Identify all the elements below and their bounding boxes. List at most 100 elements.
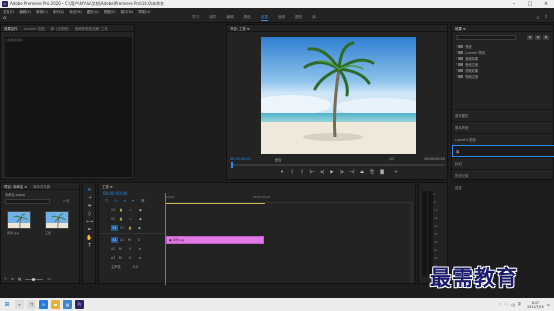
program-scrub-bar[interactable] (231, 162, 445, 168)
menu-window[interactable]: 窗口(W) (121, 9, 134, 14)
export-frame-icon[interactable]: ◙ (377, 170, 387, 175)
workspace-tab-learn[interactable]: 学习 (192, 15, 199, 21)
snap-icon[interactable]: ∩ (114, 198, 123, 203)
track-select-tool-icon[interactable]: ⇢ (86, 195, 93, 203)
nest-sequence-icon[interactable]: ⊓ (105, 198, 114, 203)
slip-tool-icon[interactable]: ⟷ (86, 219, 93, 227)
mic-icon[interactable]: ⏺ (139, 256, 149, 260)
play-icon[interactable]: ▶ (327, 170, 337, 175)
timeline-timecode[interactable]: 00:00:00:00 (103, 191, 127, 196)
icon-view-icon[interactable]: ▦ (18, 277, 21, 281)
menu-marker[interactable]: 标记(M) (69, 9, 81, 14)
lock-icon[interactable]: 🔒 (119, 217, 129, 221)
tab-source[interactable]: 源: (无剪辑) (50, 26, 68, 31)
program-playhead[interactable] (231, 162, 233, 168)
project-search-input[interactable] (5, 199, 50, 204)
mark-in-icon[interactable]: { (287, 170, 297, 175)
menu-graphics[interactable]: 图形(G) (87, 9, 99, 14)
program-current-timecode[interactable]: 00:00:00:00 (230, 157, 251, 161)
store-icon[interactable]: ▤ (63, 300, 72, 309)
section-info[interactable]: 信息 (452, 181, 554, 193)
yuv-filter-icon[interactable]: ▣ (543, 35, 549, 40)
ime-icon[interactable]: 中 (518, 302, 522, 307)
list-view-icon[interactable]: ≡ (11, 277, 14, 281)
mic-icon[interactable]: ⏺ (139, 247, 149, 251)
timeline-clip[interactable]: ▣ 风景.jpg (166, 236, 264, 244)
tab-effect-controls[interactable]: 效果控件 (4, 26, 18, 31)
workspace-tab-libraries[interactable]: 库 (312, 15, 316, 21)
project-item[interactable]: 工览 (45, 211, 69, 235)
timeline-tab[interactable]: 工览 ≡ (102, 184, 113, 189)
start-icon[interactable]: ⊞ (2, 301, 12, 308)
tab-program[interactable]: 节目: 工览 ≡ (230, 26, 250, 31)
sync-icon[interactable]: ▭ (129, 217, 139, 221)
eye-icon[interactable]: ◉ (138, 226, 148, 230)
eye-icon[interactable]: ◉ (139, 208, 149, 212)
type-tool-icon[interactable]: T (86, 243, 93, 251)
step-forward-icon[interactable]: |▸ (337, 170, 347, 175)
eye-icon[interactable]: ◉ (139, 217, 149, 221)
ripple-edit-tool-icon[interactable]: ⇹ (86, 203, 93, 211)
close-icon[interactable]: × (538, 1, 554, 7)
workspace-tab-color[interactable]: 颜色 (244, 15, 251, 21)
menu-help[interactable]: 帮助(H) (138, 9, 150, 14)
tab-project[interactable]: 项目: 未命名 ≡ (4, 184, 27, 189)
chevron-up-icon[interactable]: ⌃ (498, 303, 501, 307)
tab-media-browser[interactable]: 媒体浏览器 (33, 184, 50, 189)
file-explorer-icon[interactable]: ▬ (51, 300, 60, 309)
workspace-tab-graphics[interactable]: 图形 (295, 15, 302, 21)
notification-icon[interactable]: ▭ (547, 303, 550, 307)
go-to-out-icon[interactable]: →| (347, 170, 357, 175)
minimize-icon[interactable]: – (506, 1, 522, 7)
accelerated-filter-icon[interactable]: ▣ (527, 35, 533, 40)
lock-icon[interactable]: 🔒 (128, 226, 138, 230)
extract-icon[interactable]: ⎗ (367, 169, 377, 175)
volume-icon[interactable]: ◁) (510, 303, 514, 307)
premiere-taskbar-icon[interactable]: Pr (75, 300, 84, 309)
task-view-icon[interactable]: ❐ (27, 300, 36, 309)
mark-out-icon[interactable]: } (297, 170, 307, 175)
mute-icon[interactable]: M (128, 238, 138, 242)
workspace-tab-assembly[interactable]: 组件 (209, 15, 216, 21)
solo-icon[interactable]: S (129, 247, 139, 251)
menu-clip[interactable]: 剪辑(C) (36, 9, 48, 14)
home-icon[interactable]: ⌂ (3, 15, 8, 21)
tab-audio-clip-mixer[interactable]: 音频剪辑混合器: 工览 (75, 26, 108, 31)
source-patch-a1[interactable]: A1 (111, 236, 118, 243)
section-essential-graphics[interactable]: 基本图形 (452, 109, 554, 121)
button-editor-icon[interactable]: + (391, 170, 401, 175)
effects-tree-item[interactable]: › 视频过渡 (456, 73, 485, 79)
search-icon[interactable]: ⌕ (15, 300, 24, 309)
workspace-tab-audio[interactable]: 音频 (278, 15, 285, 21)
menu-view[interactable]: 视图(V) (104, 9, 116, 14)
search-icon[interactable]: ⌕ (537, 15, 540, 21)
zoom-fit-select[interactable]: 适合 (275, 157, 282, 162)
section-markers[interactable]: 标记 (452, 157, 554, 169)
write-lock-icon[interactable]: ✎ (4, 277, 7, 281)
workspace-tab-editing[interactable]: 编辑 (226, 15, 233, 21)
tab-lumetri-scopes[interactable]: Lumetri 范围 (24, 26, 45, 31)
sync-icon[interactable]: ▭ (129, 208, 139, 212)
network-icon[interactable]: ◠ (504, 303, 507, 307)
add-marker-icon[interactable]: ▾ (132, 198, 141, 203)
maximize-icon[interactable]: □ (522, 1, 538, 7)
section-libraries[interactable]: 库 (452, 145, 554, 157)
linked-selection-icon[interactable]: ∞ (123, 198, 132, 203)
wrench-icon[interactable]: ⚒ (141, 198, 150, 203)
solo-icon[interactable]: S (129, 256, 139, 260)
pen-tool-icon[interactable]: ✒ (86, 227, 93, 235)
selection-tool-icon[interactable]: ➤ (86, 187, 93, 195)
program-video-frame[interactable] (261, 37, 416, 154)
workspace-tab-effects[interactable]: 效果 (260, 15, 268, 21)
lift-icon[interactable]: ⏏ (357, 170, 367, 175)
menu-edit[interactable]: 编辑(E) (19, 9, 31, 14)
work-area-bar[interactable] (165, 203, 265, 204)
new-bin-icon[interactable]: ▭ (47, 277, 50, 281)
menu-sequence[interactable]: 序列(S) (53, 9, 65, 14)
lock-icon[interactable]: 🔒 (119, 208, 129, 212)
project-item[interactable]: 风景.jpg (7, 211, 31, 235)
hand-tool-icon[interactable]: ✋ (86, 235, 93, 243)
effects-search-input[interactable]: ⌕ (456, 35, 516, 40)
thumbnail-size-slider[interactable] (25, 277, 44, 281)
section-history[interactable]: 历史记录 (452, 169, 554, 181)
